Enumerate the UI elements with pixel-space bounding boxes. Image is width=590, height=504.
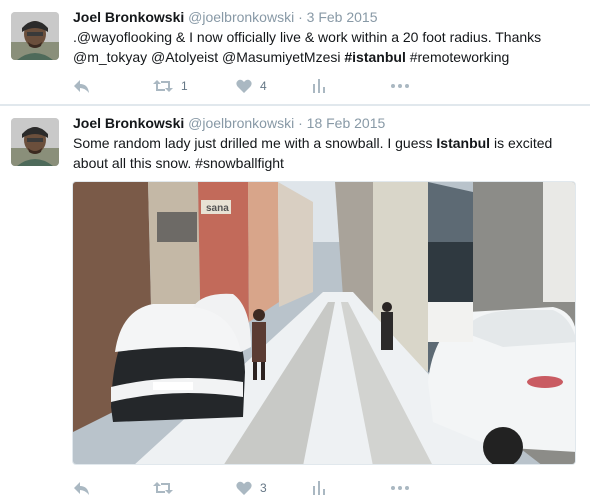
like-count: 3	[260, 481, 267, 495]
tweet-text-part: #remoteworking	[405, 49, 510, 65]
tweet-header: Joel Bronkowski @joelbronkowski · 18 Feb…	[73, 114, 385, 132]
heart-icon	[236, 79, 252, 93]
tweet-text: Some random lady just drilled me with a …	[73, 133, 573, 173]
tweet-photo[interactable]: sana	[72, 181, 576, 465]
reply-icon	[74, 79, 89, 93]
tweet-actions: 1 4	[73, 76, 433, 96]
tweet-actions: 3	[73, 478, 433, 498]
tweet[interactable]: Joel Bronkowski @joelbronkowski · 3 Feb …	[0, 0, 590, 104]
like-button[interactable]: 3	[236, 478, 267, 498]
like-button[interactable]: 4	[236, 76, 267, 96]
more-button[interactable]	[391, 76, 409, 96]
retweet-button[interactable]	[153, 478, 181, 498]
timestamp[interactable]: 3 Feb 2015	[307, 9, 378, 25]
analytics-button[interactable]	[313, 76, 325, 96]
analytics-button[interactable]	[313, 478, 325, 498]
heart-icon	[236, 481, 252, 495]
like-count: 4	[260, 79, 267, 93]
retweet-count: 1	[181, 79, 188, 93]
tweet-text-part: Some random lady just drilled me with a …	[73, 135, 437, 151]
tweet[interactable]: Joel Bronkowski @joelbronkowski · 18 Feb…	[0, 106, 590, 504]
reply-icon	[74, 481, 89, 495]
separator: ·	[298, 9, 303, 25]
shop-sign: sana	[206, 203, 229, 214]
hashtag-istanbul[interactable]: #istanbul	[344, 49, 405, 65]
tweet-header: Joel Bronkowski @joelbronkowski · 3 Feb …	[73, 8, 378, 26]
username[interactable]: @joelbronkowski	[188, 9, 294, 25]
avatar-photo	[11, 118, 59, 166]
more-icon	[391, 84, 409, 88]
more-button[interactable]	[391, 478, 409, 498]
snowy-street-photo: sana	[73, 182, 575, 464]
analytics-icon	[313, 79, 325, 93]
avatar[interactable]	[11, 118, 59, 166]
reply-button[interactable]	[73, 76, 90, 96]
timestamp[interactable]: 18 Feb 2015	[307, 115, 386, 131]
analytics-icon	[313, 481, 325, 495]
retweet-icon	[153, 482, 173, 494]
display-name[interactable]: Joel Bronkowski	[73, 115, 184, 131]
avatar[interactable]	[11, 12, 59, 60]
retweet-button[interactable]: 1	[153, 76, 188, 96]
display-name[interactable]: Joel Bronkowski	[73, 9, 184, 25]
keyword-istanbul[interactable]: Istanbul	[436, 135, 490, 151]
separator: ·	[298, 115, 303, 131]
retweet-icon	[153, 80, 173, 92]
reply-button[interactable]	[73, 478, 90, 498]
tweet-text: .@wayoflooking & I now officially live &…	[73, 27, 573, 67]
username[interactable]: @joelbronkowski	[188, 115, 294, 131]
more-icon	[391, 486, 409, 490]
avatar-photo	[11, 12, 59, 60]
